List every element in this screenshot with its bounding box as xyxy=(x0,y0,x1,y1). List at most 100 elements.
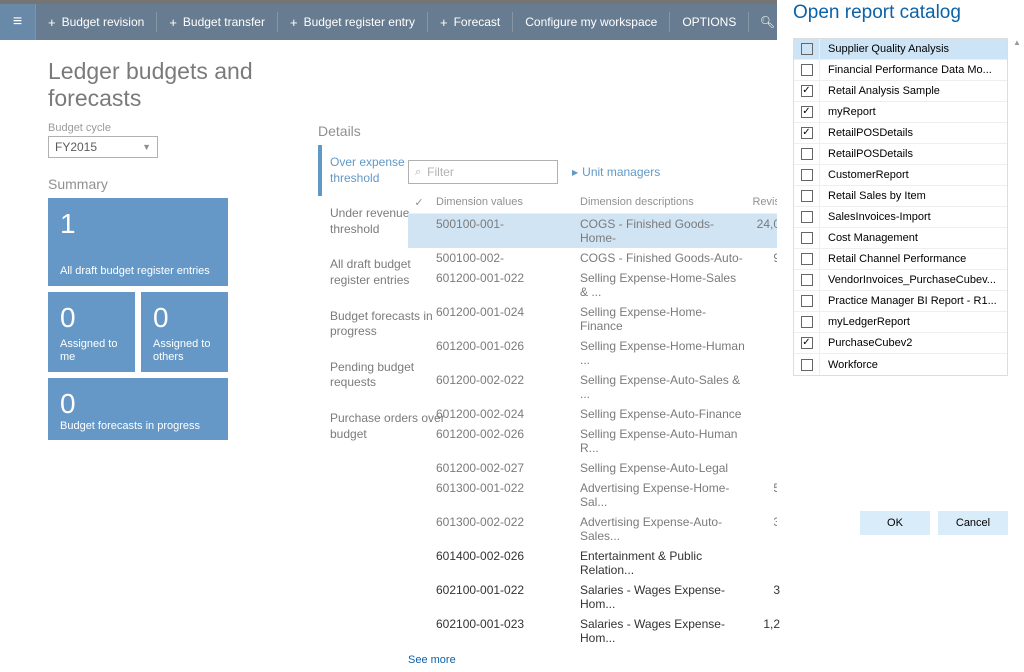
scroll-up-icon[interactable]: ▲ xyxy=(1012,38,1022,47)
cell-dimension-description: COGS - Finished Goods-Home- xyxy=(580,217,745,245)
checkbox[interactable] xyxy=(801,295,813,307)
tile-assigned-to-me[interactable]: 0 Assigned to me xyxy=(48,292,135,372)
cell-revised xyxy=(745,427,780,455)
triangle-right-icon: ▶ xyxy=(572,168,578,177)
cell-revised xyxy=(745,271,780,299)
report-item[interactable]: PurchaseCubev2 xyxy=(794,333,1007,354)
cmd-label: Forecast xyxy=(454,15,501,29)
report-item[interactable]: RetailPOSDetails xyxy=(794,123,1007,144)
table-row[interactable]: 601300-001-022Advertising Expense-Home-S… xyxy=(408,478,780,512)
report-label: Retail Analysis Sample xyxy=(820,85,1007,97)
tile-forecasts-in-progress[interactable]: 0 Budget forecasts in progress xyxy=(48,378,228,440)
report-item[interactable]: CustomerReport xyxy=(794,165,1007,186)
cell-revised: 9 xyxy=(745,251,780,265)
report-item[interactable]: SalesInvoices-Import xyxy=(794,207,1007,228)
cell-dimension-value: 601200-001-022 xyxy=(430,271,580,299)
tile-assigned-to-others[interactable]: 0 Assigned to others xyxy=(141,292,228,372)
checkbox[interactable] xyxy=(801,232,813,244)
table-row[interactable]: 601300-002-022Advertising Expense-Auto-S… xyxy=(408,512,780,546)
table-row[interactable]: 601200-002-022Selling Expense-Auto-Sales… xyxy=(408,370,780,404)
budget-cycle-dropdown[interactable]: FY2015 ▼ xyxy=(48,136,158,158)
col-revised[interactable]: Revis xyxy=(745,196,780,209)
table-row[interactable]: 601200-002-026Selling Expense-Auto-Human… xyxy=(408,424,780,458)
cmd-budget-revision[interactable]: +Budget revision xyxy=(36,4,156,40)
table-row[interactable]: 602100-001-022Salaries - Wages Expense-H… xyxy=(408,580,780,614)
checkbox[interactable] xyxy=(801,359,813,371)
ok-button[interactable]: OK xyxy=(860,511,930,535)
cell-dimension-description: Selling Expense-Home-Sales & ... xyxy=(580,271,745,299)
checkbox[interactable] xyxy=(801,253,813,265)
table-row[interactable]: 602100-001-023Salaries - Wages Expense-H… xyxy=(408,614,780,648)
table-row[interactable]: 601200-001-024Selling Expense-Home-Finan… xyxy=(408,302,780,336)
tile-all-drafts[interactable]: 1 All draft budget register entries xyxy=(48,198,228,286)
report-item[interactable]: Retail Channel Performance xyxy=(794,249,1007,270)
checkbox[interactable] xyxy=(801,148,813,160)
tile-count: 0 xyxy=(153,302,216,334)
cell-dimension-value: 602100-001-022 xyxy=(430,583,580,611)
col-dimension-descriptions[interactable]: Dimension descriptions xyxy=(580,196,745,209)
see-more-link[interactable]: See more xyxy=(408,648,780,672)
table-row[interactable]: 500100-001-COGS - Finished Goods-Home-24… xyxy=(408,214,780,248)
cmd-options[interactable]: OPTIONS xyxy=(670,4,748,40)
summary-heading: Summary xyxy=(48,176,268,192)
cell-dimension-description: Salaries - Wages Expense-Hom... xyxy=(580,583,745,611)
report-label: Financial Performance Data Mo... xyxy=(820,64,1007,76)
cell-dimension-value: 601300-002-022 xyxy=(430,515,580,543)
nav-toggle[interactable]: ≡ xyxy=(0,4,36,40)
page-title: Ledger budgets and forecasts xyxy=(48,58,268,112)
check-icon[interactable]: ✓ xyxy=(408,196,430,209)
cmd-configure-workspace[interactable]: Configure my workspace xyxy=(513,4,669,40)
checkbox[interactable] xyxy=(801,127,813,139)
table-row[interactable]: 601200-002-024Selling Expense-Auto-Finan… xyxy=(408,404,780,424)
table-row[interactable]: 601200-001-022Selling Expense-Home-Sales… xyxy=(408,268,780,302)
cmd-budget-register-entry[interactable]: +Budget register entry xyxy=(278,4,427,40)
checkbox[interactable] xyxy=(801,190,813,202)
checkbox[interactable] xyxy=(801,85,813,97)
cmd-label: Budget register entry xyxy=(304,15,415,29)
cell-revised: 3 xyxy=(745,583,780,611)
table-row[interactable]: 500100-002-COGS - Finished Goods-Auto-9 xyxy=(408,248,780,268)
unit-managers-link[interactable]: ▶ Unit managers xyxy=(572,165,660,179)
cell-dimension-description: Selling Expense-Auto-Finance xyxy=(580,407,745,421)
checkbox[interactable] xyxy=(801,274,813,286)
report-item[interactable]: myReport xyxy=(794,102,1007,123)
report-label: RetailPOSDetails xyxy=(820,148,1007,160)
report-item[interactable]: Retail Analysis Sample xyxy=(794,81,1007,102)
report-item[interactable]: Cost Management xyxy=(794,228,1007,249)
filter-input[interactable]: ⌕ Filter xyxy=(408,160,558,184)
checkbox[interactable] xyxy=(801,169,813,181)
report-item[interactable]: Supplier Quality Analysis xyxy=(794,39,1007,60)
catalog-title: Open report catalog xyxy=(793,2,1008,24)
report-item[interactable]: myLedgerReport xyxy=(794,312,1007,333)
cell-dimension-description: Selling Expense-Auto-Sales & ... xyxy=(580,373,745,401)
checkbox[interactable] xyxy=(801,211,813,223)
checkbox[interactable] xyxy=(801,106,813,118)
tile-label: Assigned to others xyxy=(153,338,216,364)
table-row[interactable]: 601200-002-027Selling Expense-Auto-Legal xyxy=(408,458,780,478)
report-label: SalesInvoices-Import xyxy=(820,211,1007,223)
report-item[interactable]: RetailPOSDetails xyxy=(794,144,1007,165)
checkbox[interactable] xyxy=(801,43,813,55)
report-list: Supplier Quality Analysis Financial Perfo… xyxy=(793,38,1008,376)
cmd-budget-transfer[interactable]: +Budget transfer xyxy=(157,4,277,40)
col-dimension-values[interactable]: Dimension values xyxy=(430,196,580,209)
report-item[interactable]: VendorInvoices_PurchaseCubev... xyxy=(794,270,1007,291)
checkbox[interactable] xyxy=(801,337,813,349)
cancel-button[interactable]: Cancel xyxy=(938,511,1008,535)
report-item[interactable]: Practice Manager BI Report - R1... xyxy=(794,291,1007,312)
cell-dimension-description: Selling Expense-Auto-Legal xyxy=(580,461,745,475)
report-item[interactable]: Workforce xyxy=(794,354,1007,375)
report-label: Workforce xyxy=(820,359,1007,371)
cmd-forecast[interactable]: +Forecast xyxy=(428,4,512,40)
checkbox[interactable] xyxy=(801,64,813,76)
report-item[interactable]: Retail Sales by Item xyxy=(794,186,1007,207)
cell-dimension-description: COGS - Finished Goods-Auto- xyxy=(580,251,745,265)
table-row[interactable]: 601200-001-026Selling Expense-Home-Human… xyxy=(408,336,780,370)
table-row[interactable]: 601400-002-026Entertainment & Public Rel… xyxy=(408,546,780,580)
checkbox[interactable] xyxy=(801,316,813,328)
chevron-down-icon: ▼ xyxy=(142,142,151,152)
report-catalog-panel: Open report catalog Supplier Quality Ana… xyxy=(777,0,1024,547)
dropdown-value: FY2015 xyxy=(55,140,97,154)
cell-dimension-value: 500100-002- xyxy=(430,251,580,265)
report-item[interactable]: Financial Performance Data Mo... xyxy=(794,60,1007,81)
